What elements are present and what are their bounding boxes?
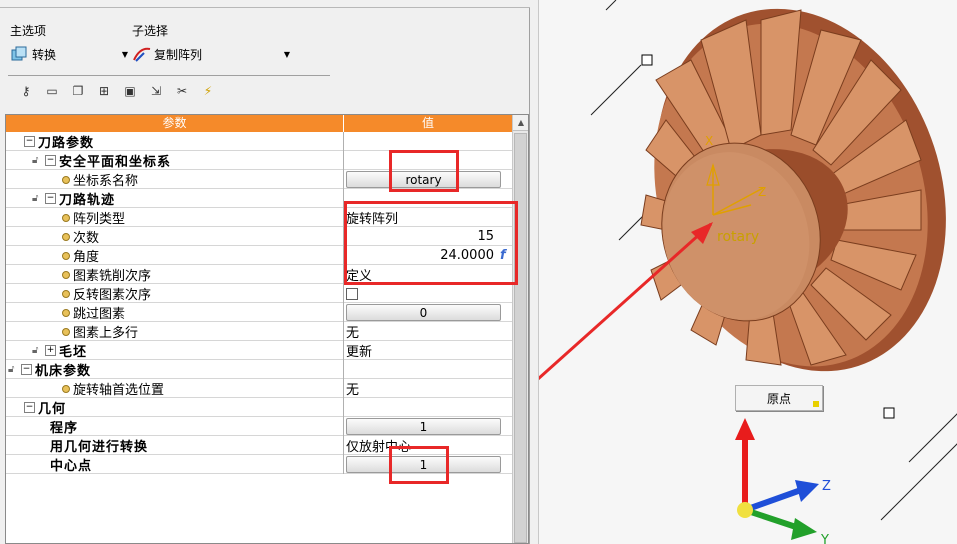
world-z-label: Z <box>822 479 831 494</box>
bulb-icon <box>62 213 70 222</box>
scroll-thumb[interactable] <box>514 133 527 543</box>
parameter-panel: 主选项 子选择 转换 ▼ 复制阵列 ▼ ⚷ ▭ ❐ ⊞ ▣ ⇲ ✂ ⚡ 参数 值 <box>0 0 530 544</box>
column-header-param[interactable]: 参数 <box>6 115 344 132</box>
table-row[interactable]: 跳过图素 0 <box>6 303 513 322</box>
transform-icon <box>11 46 27 61</box>
table-row[interactable]: 程序 1 <box>6 417 513 436</box>
row-label: 反转图素次序 <box>73 288 152 303</box>
main-option-value: 转换 <box>32 47 57 62</box>
annotation-box-array-settings <box>344 201 518 285</box>
collapse-icon[interactable]: − <box>45 155 56 166</box>
table-row[interactable]: 🔓︎ − 机床参数 <box>6 360 513 379</box>
impeller-model: X Z rotary Z Y <box>539 0 957 544</box>
table-row[interactable]: 旋转轴首选位置 无 <box>6 379 513 398</box>
bulb-icon <box>62 270 70 279</box>
row-label: 跳过图素 <box>73 307 126 322</box>
annotation-box-center-point <box>389 446 449 484</box>
collapse-icon[interactable]: − <box>24 402 35 413</box>
bulb-icon <box>62 289 70 298</box>
expand-icon[interactable]: + <box>45 345 56 356</box>
vertical-scrollbar[interactable]: ▲ <box>512 115 528 543</box>
handle-square <box>641 54 653 66</box>
export-icon[interactable]: ⇲ <box>146 82 166 100</box>
collapse-icon[interactable]: − <box>21 364 32 375</box>
row-label: 图素铣削次序 <box>73 269 152 284</box>
local-x-label: X <box>705 134 713 148</box>
skip-entities-button[interactable]: 0 <box>346 304 501 321</box>
table-row[interactable]: 🔓︎ + 毛坯 更新 <box>6 341 513 360</box>
bulb-icon <box>62 327 70 336</box>
lightning-icon[interactable]: ⚡ <box>198 82 218 100</box>
chevron-down-icon: ▼ <box>121 49 128 59</box>
local-z-label: Z <box>758 185 766 199</box>
lock-icon: 🔓︎ <box>32 192 39 204</box>
lock-icon: 🔓︎ <box>32 344 39 356</box>
copy-screen-icon[interactable]: ❐ <box>68 82 88 100</box>
save-icon[interactable]: ▣ <box>120 82 140 100</box>
sub-option-value: 复制阵列 <box>154 47 203 62</box>
multi-row-value[interactable]: 无 <box>344 322 513 341</box>
wrench-icon[interactable]: ⚷ <box>16 82 36 100</box>
sub-option-select[interactable]: 复制阵列 ▼ <box>132 43 290 65</box>
row-label: 刀路轨迹 <box>59 193 116 208</box>
stock-value[interactable]: 更新 <box>344 341 513 360</box>
graphics-viewport[interactable]: X Z rotary Z Y <box>538 0 957 544</box>
program-button[interactable]: 1 <box>346 418 501 435</box>
row-label: 图素上多行 <box>73 326 139 341</box>
row-label: 用几何进行转换 <box>50 440 149 455</box>
origin-label[interactable]: 原点 <box>735 385 823 411</box>
table-row[interactable]: 反转图素次序 <box>6 284 513 303</box>
collapse-icon[interactable]: − <box>45 193 56 204</box>
origin-label-text: 原点 <box>766 391 791 406</box>
table-row[interactable]: 图素上多行 无 <box>6 322 513 341</box>
coord-system-label: rotary <box>717 229 759 245</box>
column-header-value[interactable]: 值 <box>344 115 513 132</box>
panel-top-strip <box>0 0 530 8</box>
bulb-icon <box>62 251 70 260</box>
bulb-icon <box>62 308 70 317</box>
row-label: 刀路参数 <box>38 136 95 151</box>
resize-icon <box>813 401 819 407</box>
copy-array-icon <box>133 47 151 62</box>
row-label: 中心点 <box>50 459 93 474</box>
collapse-icon[interactable]: − <box>24 136 35 147</box>
row-label: 机床参数 <box>35 364 92 379</box>
table-row[interactable]: − 几何 <box>6 398 513 417</box>
main-option-select[interactable]: 转换 ▼ <box>10 43 128 65</box>
table-row[interactable]: − 刀路参数 <box>6 132 513 151</box>
row-label: 次数 <box>73 231 100 246</box>
annotation-box-rotary <box>389 150 459 192</box>
row-label: 几何 <box>38 402 67 417</box>
row-label: 阵列类型 <box>73 212 126 227</box>
chevron-down-icon: ▼ <box>283 49 290 59</box>
toolbar: ⚷ ▭ ❐ ⊞ ▣ ⇲ ✂ ⚡ <box>16 82 218 100</box>
world-y-label: Y <box>820 533 829 544</box>
row-label: 安全平面和坐标系 <box>59 155 172 170</box>
bulb-icon <box>62 232 70 241</box>
main-option-label: 主选项 <box>10 24 47 38</box>
grid-header: 参数 值 <box>6 115 513 132</box>
divider <box>8 75 330 76</box>
row-label: 程序 <box>50 421 79 436</box>
monitor-icon[interactable]: ▭ <box>42 82 62 100</box>
lock-icon: 🔓︎ <box>32 154 39 166</box>
rotary-axis-value[interactable]: 无 <box>344 379 513 398</box>
tree-icon[interactable]: ⊞ <box>94 82 114 100</box>
handle-square <box>883 407 895 419</box>
row-label: 坐标系名称 <box>73 174 139 189</box>
row-label: 旋转轴首选位置 <box>73 383 165 398</box>
tools-icon[interactable]: ✂ <box>172 82 192 100</box>
bulb-icon <box>62 384 70 393</box>
scroll-up-icon[interactable]: ▲ <box>513 115 528 131</box>
bulb-icon <box>62 175 70 184</box>
row-label: 毛坯 <box>59 345 88 360</box>
sub-option-label: 子选择 <box>132 24 169 38</box>
lock-icon: 🔓︎ <box>8 363 15 375</box>
reverse-order-checkbox[interactable] <box>346 287 358 300</box>
row-label: 角度 <box>73 250 100 265</box>
